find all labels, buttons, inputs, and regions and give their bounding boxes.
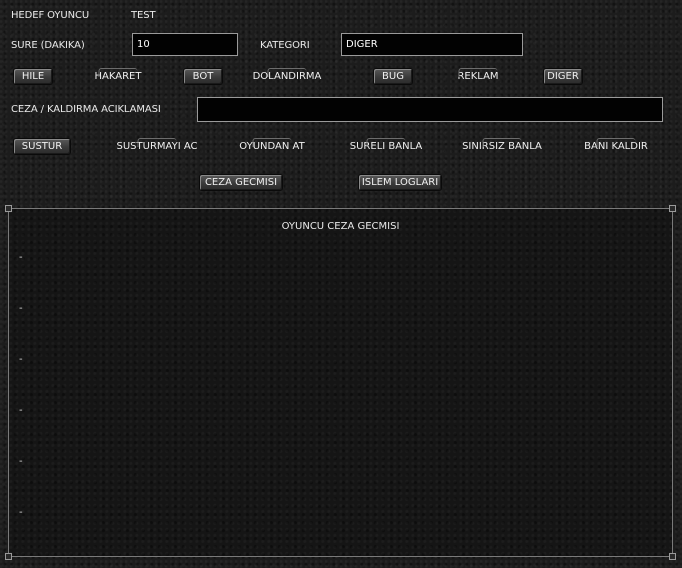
unmute-button[interactable]: SUSTURMAYI AC — [112, 138, 202, 155]
temp-ban-button[interactable]: SURELI BANLA — [346, 138, 426, 155]
target-player-label: HEDEF OYUNCU — [11, 10, 90, 21]
category-button-hakaret[interactable]: HAKARET — [90, 68, 146, 85]
panel-title: OYUNCU CEZA GECMISI — [281, 221, 400, 232]
duration-label: SURE (DAKIKA) — [11, 40, 85, 51]
unban-button[interactable]: BANI KALDIR — [580, 138, 652, 155]
action-logs-button[interactable]: ISLEM LOGLARI — [358, 174, 442, 191]
reason-label: CEZA / KALDIRMA ACIKLAMASI — [11, 104, 161, 115]
history-entry: - — [19, 303, 23, 314]
history-entry: - — [19, 456, 23, 467]
category-label: KATEGORI — [260, 40, 310, 51]
category-button-bot[interactable]: BOT — [183, 68, 223, 85]
category-button-bug[interactable]: BUG — [373, 68, 413, 85]
kick-button[interactable]: OYUNDAN AT — [234, 138, 310, 155]
category-button-dolandirma[interactable]: DOLANDIRMA — [250, 68, 324, 85]
history-entry: - — [19, 507, 23, 518]
punishment-history-panel: OYUNCU CEZA GECMISI - - - - - - — [5, 205, 676, 560]
panel-corner-tr — [669, 205, 676, 212]
reason-input[interactable] — [197, 97, 663, 122]
mute-button[interactable]: SUSTUR — [13, 138, 71, 155]
panel-corner-br — [669, 553, 676, 560]
punishment-history-button[interactable]: CEZA GECMISI — [199, 174, 283, 191]
panel-corner-bl — [5, 553, 12, 560]
target-player-value: TEST — [131, 10, 156, 21]
history-entry: - — [19, 252, 23, 263]
duration-input[interactable] — [132, 33, 238, 56]
panel-corner-tl — [5, 205, 12, 212]
perm-ban-button[interactable]: SINIRSIZ BANLA — [458, 138, 546, 155]
history-entry: - — [19, 354, 23, 365]
category-button-reklam[interactable]: REKLAM — [453, 68, 503, 85]
category-button-diger[interactable]: DIGER — [543, 68, 583, 85]
category-button-hile[interactable]: HILE — [13, 68, 53, 85]
history-entry: - — [19, 405, 23, 416]
category-input[interactable] — [341, 33, 523, 56]
